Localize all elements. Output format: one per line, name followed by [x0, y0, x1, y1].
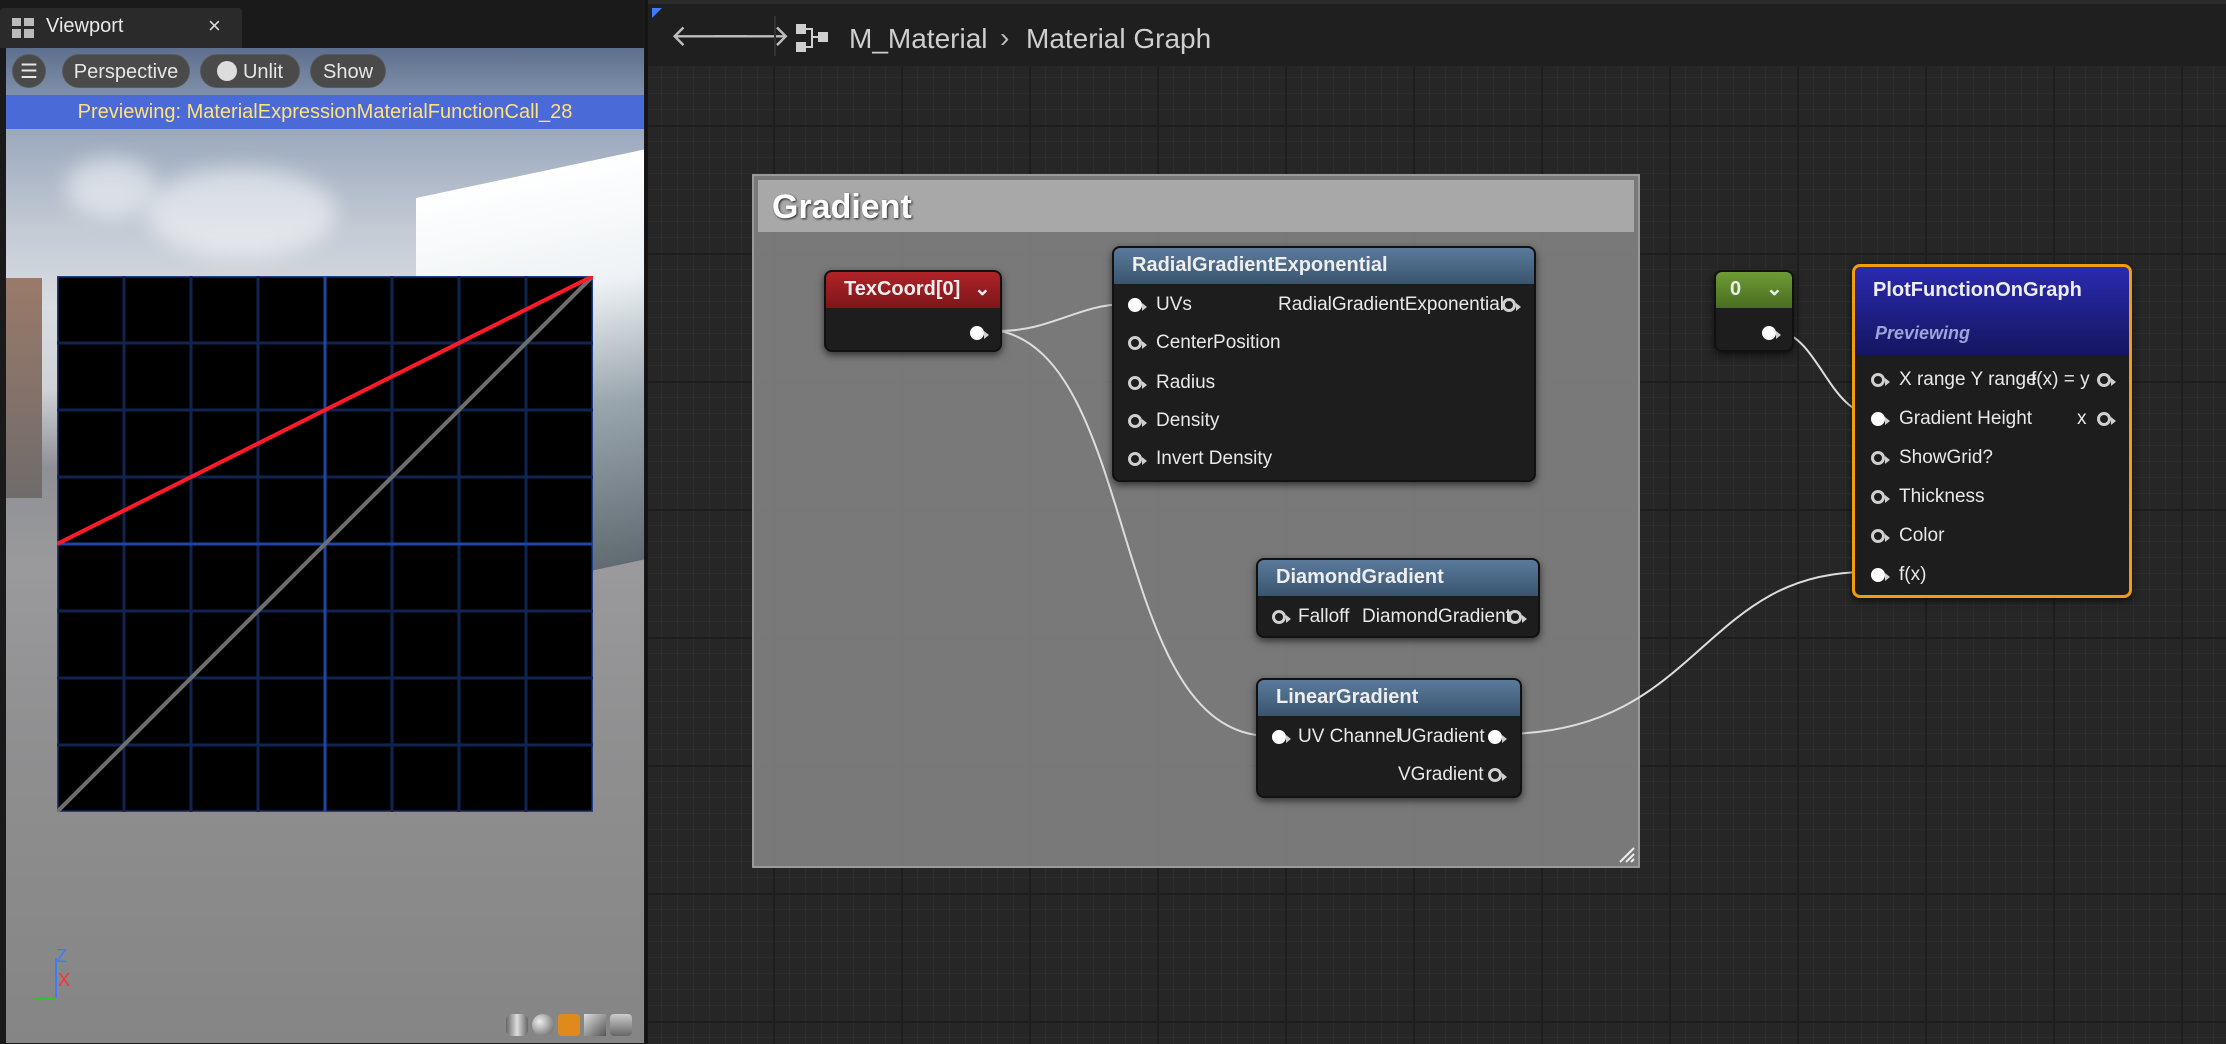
xy-range-input-pin[interactable] [1871, 373, 1890, 387]
centerposition-input-label: CenterPosition [1156, 332, 1281, 353]
invert-density-input-pin[interactable] [1128, 452, 1147, 466]
invert-density-input-label: Invert Density [1156, 448, 1273, 469]
diamond-output-pin[interactable] [1508, 610, 1527, 624]
radial-gradient-node[interactable]: RadialGradientExponential UVs RadialGrad… [1112, 246, 1536, 482]
radial-output-label: RadialGradientExponential [1278, 294, 1505, 315]
radial-gradient-title: RadialGradientExponential [1132, 254, 1388, 276]
chevron-down-icon[interactable]: ⌄ [1766, 276, 1783, 301]
fx-y-output-label: f(x) = y [2031, 369, 2090, 390]
texcoord-output-pin[interactable] [970, 326, 989, 340]
gradient-height-input-label: Gradient Height [1899, 408, 2033, 429]
radius-input-pin[interactable] [1128, 376, 1147, 390]
wire-texcoord-to-uvs [999, 303, 1127, 332]
constant-node-header: 0 ⌄ [1716, 272, 1792, 308]
uv-channel-input-label: UV Channel [1298, 726, 1401, 747]
texcoord-node-header: TexCoord[0] ⌄ [826, 272, 1000, 308]
plot-function-header: PlotFunctionOnGraph Previewing [1855, 267, 2129, 355]
texcoord-node-title: TexCoord[0] [844, 278, 961, 300]
texcoord-node[interactable]: TexCoord[0] ⌄ [824, 270, 1002, 352]
fx-input-label: f(x) [1899, 564, 1927, 585]
fx-y-output-pin[interactable] [2097, 373, 2116, 387]
density-input-label: Density [1156, 410, 1220, 431]
diamond-gradient-title: DiamondGradient [1276, 566, 1444, 588]
plot-function-status: Previewing [1875, 323, 1971, 343]
showgrid-input-pin[interactable] [1871, 451, 1890, 465]
color-input-pin[interactable] [1871, 529, 1890, 543]
density-input-pin[interactable] [1128, 414, 1147, 428]
thickness-input-pin[interactable] [1871, 490, 1890, 504]
diamond-output-label: DiamondGradient [1362, 606, 1511, 627]
diamond-gradient-node[interactable]: DiamondGradient Falloff DiamondGradient [1256, 558, 1540, 638]
xy-range-input-label: X range Y range [1899, 369, 2037, 390]
ugradient-output-label: UGradient [1398, 726, 1485, 747]
linear-gradient-header: LinearGradient [1258, 680, 1520, 716]
thickness-input-label: Thickness [1899, 486, 1985, 507]
color-input-label: Color [1899, 525, 1945, 546]
radial-output-pin[interactable] [1502, 298, 1521, 312]
wire-ugradient-to-fx [1501, 571, 1867, 735]
x-output-label: x [2077, 408, 2087, 429]
ugradient-output-pin[interactable] [1488, 730, 1507, 744]
x-output-pin[interactable] [2097, 412, 2116, 426]
vgradient-output-label: VGradient [1398, 764, 1484, 785]
plot-function-node[interactable]: PlotFunctionOnGraph Previewing X range Y… [1852, 264, 2132, 598]
uvs-input-label: UVs [1156, 294, 1192, 315]
linear-gradient-title: LinearGradient [1276, 686, 1419, 708]
diamond-gradient-header: DiamondGradient [1258, 560, 1538, 596]
constant-node-title: 0 [1730, 278, 1742, 300]
linear-gradient-node[interactable]: LinearGradient UV Channel UGradient VGra… [1256, 678, 1522, 798]
centerposition-input-pin[interactable] [1128, 336, 1147, 350]
plot-function-title: PlotFunctionOnGraph [1873, 279, 2082, 301]
uvs-input-pin[interactable] [1128, 298, 1147, 312]
vgradient-output-pin[interactable] [1488, 768, 1507, 782]
falloff-input-label: Falloff [1298, 606, 1350, 627]
uv-channel-input-pin[interactable] [1272, 730, 1291, 744]
constant-node[interactable]: 0 ⌄ [1714, 270, 1794, 352]
radial-gradient-header: RadialGradientExponential [1114, 248, 1534, 284]
chevron-down-icon[interactable]: ⌄ [974, 276, 991, 301]
showgrid-input-label: ShowGrid? [1899, 447, 1993, 468]
constant-output-pin[interactable] [1762, 326, 1781, 340]
fx-input-pin[interactable] [1871, 568, 1890, 582]
radius-input-label: Radius [1156, 372, 1216, 393]
gradient-height-input-pin[interactable] [1871, 412, 1890, 426]
falloff-input-pin[interactable] [1272, 610, 1291, 624]
